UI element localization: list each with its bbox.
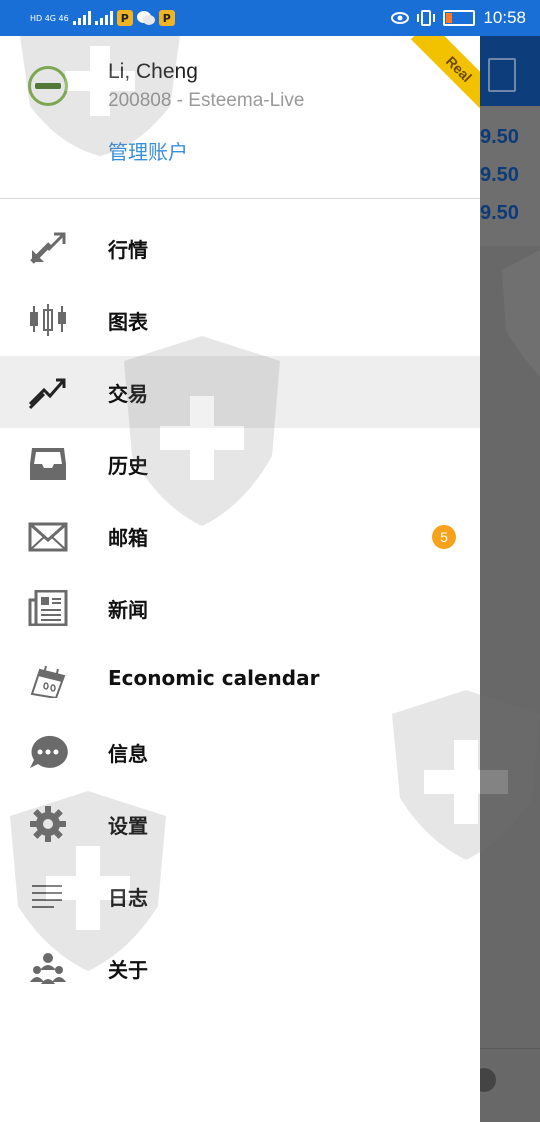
price-value: 9.50 — [480, 126, 519, 148]
trade-trend-icon — [28, 374, 68, 410]
calendar-icon — [28, 662, 68, 698]
menu-item-quotes[interactable]: 行情 — [0, 212, 480, 284]
real-account-ribbon: Real — [410, 36, 480, 118]
wechat-icon — [136, 11, 155, 25]
account-name: Li, Cheng — [108, 60, 198, 83]
menu-label: 新闻 — [108, 598, 148, 622]
menu-item-settings[interactable]: 设置 — [0, 788, 480, 860]
candlestick-chart-icon — [28, 302, 68, 338]
drawer-menu: 行情 图表 交易 历史 邮箱 5 新闻 Economic calendar 信息… — [0, 212, 480, 1004]
battery-icon — [443, 10, 476, 26]
journal-lines-icon — [28, 878, 68, 914]
broker-logo-icon — [28, 66, 68, 106]
menu-item-trade[interactable]: 交易 — [0, 356, 480, 428]
history-inbox-icon — [28, 446, 68, 482]
menu-item-economic-calendar[interactable]: Economic calendar — [0, 644, 480, 716]
menu-item-charts[interactable]: 图表 — [0, 284, 480, 356]
mail-envelope-icon — [28, 518, 68, 554]
eye-icon — [391, 12, 410, 24]
menu-label: 历史 — [108, 454, 148, 478]
background-toolbar — [480, 36, 540, 106]
menu-item-journal[interactable]: 日志 — [0, 860, 480, 932]
status-right: 10:58 — [391, 6, 526, 30]
quotes-arrows-icon — [28, 230, 68, 266]
menu-label: Economic calendar — [108, 666, 320, 690]
account-header[interactable]: Li, Cheng 200808 - Esteema-Live 管理账户 Rea… — [0, 36, 480, 199]
menu-label: 信息 — [108, 742, 148, 766]
price-value: 9.50 — [480, 202, 519, 224]
unread-count-badge: 5 — [432, 525, 456, 549]
account-number: 200808 - Esteema-Live — [108, 90, 305, 111]
navigation-drawer: Li, Cheng 200808 - Esteema-Live 管理账户 Rea… — [0, 36, 480, 1122]
clock: 10:58 — [483, 8, 526, 27]
menu-label: 行情 — [108, 238, 148, 262]
gear-icon — [28, 806, 68, 842]
header-divider — [0, 198, 480, 199]
background-quotes: 9.50 9.50 9.50 — [480, 106, 540, 246]
menu-label: 交易 — [108, 382, 148, 406]
menu-label: 日志 — [108, 886, 148, 910]
menu-item-about[interactable]: 关于 — [0, 932, 480, 1004]
menu-label: 关于 — [108, 958, 148, 982]
background-app-overlay[interactable]: 9.50 9.50 9.50 — [472, 36, 540, 1122]
status-bar: HD 4G 46 P P 10:58 — [0, 0, 540, 36]
new-order-icon — [488, 58, 516, 92]
background-divider — [480, 1048, 540, 1049]
vibrate-icon — [417, 10, 436, 26]
menu-label: 设置 — [108, 814, 148, 838]
signal-icon-2 — [94, 11, 113, 25]
manage-accounts-link[interactable]: 管理账户 — [108, 136, 188, 165]
price-value: 9.50 — [480, 164, 519, 186]
menu-item-mailbox[interactable]: 邮箱 5 — [0, 500, 480, 572]
app-notification-icon-2: P — [158, 10, 175, 26]
app-notification-icon: P — [116, 10, 133, 26]
menu-item-history[interactable]: 历史 — [0, 428, 480, 500]
news-paper-icon — [28, 590, 68, 626]
menu-label: 图表 — [108, 310, 148, 334]
signal-icon — [72, 11, 91, 25]
chat-bubble-icon — [28, 734, 68, 770]
menu-item-news[interactable]: 新闻 — [0, 572, 480, 644]
about-community-icon — [28, 950, 68, 986]
menu-item-messages[interactable]: 信息 — [0, 716, 480, 788]
network-indicator: HD 4G 46 — [30, 13, 69, 23]
menu-label: 邮箱 — [108, 526, 148, 550]
status-left: HD 4G 46 P P — [30, 6, 175, 30]
